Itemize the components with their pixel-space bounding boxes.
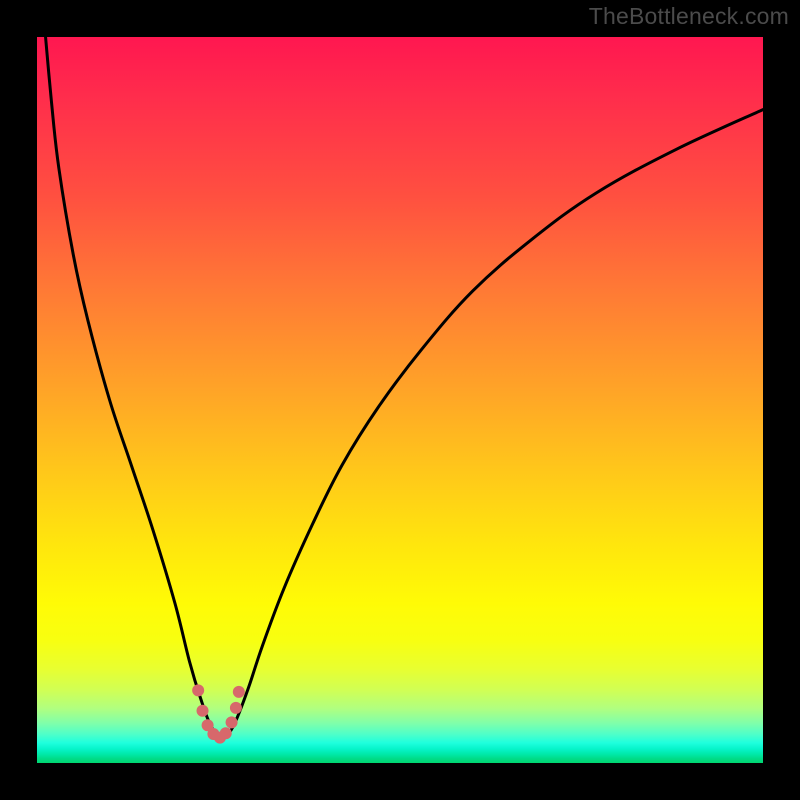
curve-layer	[37, 37, 763, 763]
optimal-range-markers	[198, 690, 239, 737]
watermark-label: TheBottleneck.com	[589, 3, 789, 30]
outer-frame: TheBottleneck.com	[0, 0, 800, 800]
plot-area	[37, 37, 763, 763]
bottleneck-curve	[44, 37, 763, 738]
